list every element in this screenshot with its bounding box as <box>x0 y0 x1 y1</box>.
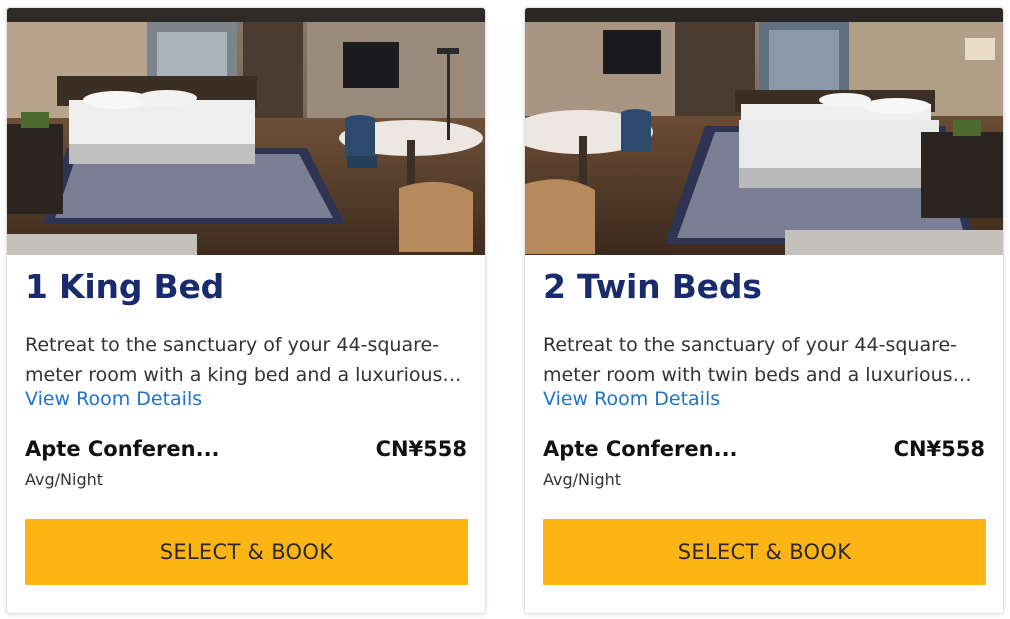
room-photo[interactable] <box>7 8 485 255</box>
price-unit: Avg/Night <box>25 470 104 489</box>
room-description: Retreat to the sanctuary of your 44-squa… <box>543 334 958 386</box>
room-card-king: 1 King Bed Retreat to the sanctuary of y… <box>6 7 486 614</box>
room-price: CN¥558 <box>893 437 985 461</box>
select-and-book-button[interactable]: SELECT & BOOK <box>543 519 986 585</box>
rate-name: Apte Conferen... <box>543 437 738 461</box>
view-room-details-link[interactable]: View Room Details <box>543 388 720 410</box>
select-and-book-button[interactable]: SELECT & BOOK <box>25 519 468 585</box>
room-photo[interactable] <box>525 8 1003 255</box>
room-title: 2 Twin Beds <box>543 267 762 306</box>
room-card-twin: 2 Twin Beds Retreat to the sanctuary of … <box>524 7 1004 614</box>
rate-name: Apte Conferen... <box>25 437 220 461</box>
price-unit: Avg/Night <box>543 470 622 489</box>
view-room-details-link[interactable]: View Room Details <box>25 388 202 410</box>
room-title: 1 King Bed <box>25 267 225 306</box>
room-price: CN¥558 <box>375 437 467 461</box>
room-cards-list: 1 King Bed Retreat to the sanctuary of y… <box>0 0 1010 619</box>
room-description: Retreat to the sanctuary of your 44-squa… <box>25 334 443 386</box>
